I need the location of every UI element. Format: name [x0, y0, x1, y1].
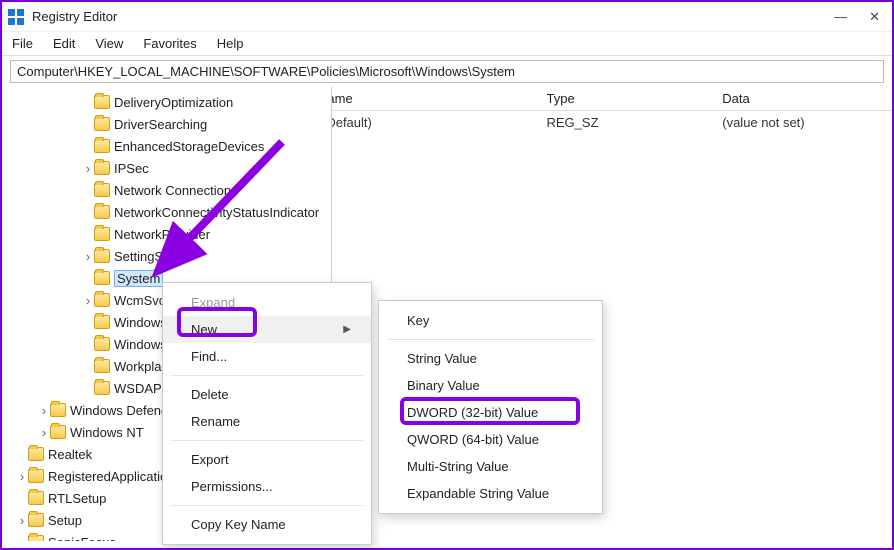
ctx-find[interactable]: Find...	[163, 343, 371, 370]
folder-icon	[94, 139, 110, 153]
ctx-expand: Expand	[163, 289, 371, 316]
column-headers: Name Type Data	[332, 87, 892, 111]
ctx-copy-key-name[interactable]: Copy Key Name	[163, 511, 371, 538]
chevron-right-icon: ▶	[343, 324, 351, 335]
folder-icon	[94, 205, 110, 219]
ctx-new-dword[interactable]: DWORD (32-bit) Value	[379, 399, 602, 426]
folder-icon	[94, 381, 110, 395]
window-controls: — ✕	[834, 9, 886, 25]
folder-icon	[94, 271, 110, 285]
separator	[171, 505, 363, 506]
ctx-rename[interactable]: Rename	[163, 408, 371, 435]
col-header-type[interactable]: Type	[541, 87, 717, 110]
context-submenu-new: Key String Value Binary Value DWORD (32-…	[378, 300, 603, 514]
folder-icon	[94, 337, 110, 351]
tree-item-label: WSDAPI	[114, 381, 165, 396]
ctx-new-key[interactable]: Key	[379, 307, 602, 334]
tree-item[interactable]: NetworkProvider	[6, 223, 329, 245]
folder-icon	[28, 469, 44, 483]
folder-icon	[28, 447, 44, 461]
tree-item[interactable]: EnhancedStorageDevices	[6, 135, 329, 157]
tree-item-label: IPSec	[114, 161, 149, 176]
tree-item-label: EnhancedStorageDevices	[114, 139, 264, 154]
cell-type: REG_SZ	[541, 111, 717, 134]
tree-item-label: Realtek	[48, 447, 92, 462]
tree-item-label: Network Connections	[114, 183, 238, 198]
chevron-icon[interactable]: ›	[16, 513, 28, 528]
tree-item-label: Setup	[48, 513, 82, 528]
ctx-export[interactable]: Export	[163, 446, 371, 473]
minimize-button[interactable]: —	[834, 9, 847, 25]
context-menu: Expand New ▶ Find... Delete Rename Expor…	[162, 282, 372, 545]
ctx-new-qword[interactable]: QWORD (64-bit) Value	[379, 426, 602, 453]
tree-item-label: Windows NT	[70, 425, 144, 440]
folder-icon	[28, 535, 44, 541]
separator	[171, 440, 363, 441]
tree-item-label: SonicFocus	[48, 535, 116, 542]
tree-item[interactable]: DriverSearching	[6, 113, 329, 135]
separator	[171, 375, 363, 376]
chevron-icon[interactable]: ›	[82, 293, 94, 308]
folder-icon	[94, 315, 110, 329]
tree-item-label: WcmSvc	[114, 293, 165, 308]
ctx-new-multistring[interactable]: Multi-String Value	[379, 453, 602, 480]
folder-icon	[94, 249, 110, 263]
col-header-data[interactable]: Data	[716, 87, 892, 110]
path-input[interactable]: Computer\HKEY_LOCAL_MACHINE\SOFTWARE\Pol…	[10, 60, 884, 83]
folder-icon	[50, 425, 66, 439]
cell-data: (value not set)	[716, 111, 892, 134]
folder-icon	[94, 293, 110, 307]
app-icon	[8, 9, 24, 25]
titlebar: Registry Editor — ✕	[2, 2, 892, 32]
ctx-new-label: New	[191, 322, 217, 337]
table-row[interactable]: (Default) REG_SZ (value not set)	[332, 111, 892, 134]
chevron-icon[interactable]: ›	[16, 469, 28, 484]
folder-icon	[50, 403, 66, 417]
tree-item[interactable]: Network Connections	[6, 179, 329, 201]
menu-view[interactable]: View	[95, 36, 123, 51]
folder-icon	[94, 227, 110, 241]
tree-item-label: SettingSync	[114, 249, 183, 264]
folder-icon	[94, 183, 110, 197]
menu-help[interactable]: Help	[217, 36, 244, 51]
ctx-new[interactable]: New ▶	[163, 316, 371, 343]
menu-edit[interactable]: Edit	[53, 36, 75, 51]
tree-item-label: DeliveryOptimization	[114, 95, 233, 110]
tree-item-label: DriverSearching	[114, 117, 207, 132]
folder-icon	[28, 513, 44, 527]
chevron-icon[interactable]: ›	[82, 161, 94, 176]
col-header-name[interactable]: Name	[332, 87, 541, 110]
ctx-permissions[interactable]: Permissions...	[163, 473, 371, 500]
tree-item-label: NetworkConnectivityStatusIndicator	[114, 205, 319, 220]
folder-icon	[94, 117, 110, 131]
ctx-new-expandable[interactable]: Expandable String Value	[379, 480, 602, 507]
ctx-delete[interactable]: Delete	[163, 381, 371, 408]
ctx-new-binary[interactable]: Binary Value	[379, 372, 602, 399]
tree-item-label: RTLSetup	[48, 491, 106, 506]
tree-item[interactable]: DeliveryOptimization	[6, 91, 329, 113]
folder-icon	[94, 95, 110, 109]
cell-name: (Default)	[332, 111, 541, 134]
chevron-icon[interactable]: ›	[38, 425, 50, 440]
chevron-icon[interactable]: ›	[38, 403, 50, 418]
tree-item[interactable]: NetworkConnectivityStatusIndicator	[6, 201, 329, 223]
menu-file[interactable]: File	[12, 36, 33, 51]
tree-item[interactable]: › SettingSync	[6, 245, 329, 267]
close-button[interactable]: ✕	[869, 9, 880, 25]
menu-favorites[interactable]: Favorites	[143, 36, 196, 51]
tree-item[interactable]: › IPSec	[6, 157, 329, 179]
tree-item-label: NetworkProvider	[114, 227, 210, 242]
folder-icon	[94, 359, 110, 373]
folder-icon	[28, 491, 44, 505]
path-bar: Computer\HKEY_LOCAL_MACHINE\SOFTWARE\Pol…	[2, 56, 892, 87]
tree-item-label: System	[114, 270, 163, 287]
folder-icon	[94, 161, 110, 175]
ctx-new-string[interactable]: String Value	[379, 345, 602, 372]
separator	[387, 339, 594, 340]
menubar: File Edit View Favorites Help	[2, 32, 892, 56]
chevron-icon[interactable]: ›	[82, 249, 94, 264]
window-title: Registry Editor	[32, 9, 117, 24]
